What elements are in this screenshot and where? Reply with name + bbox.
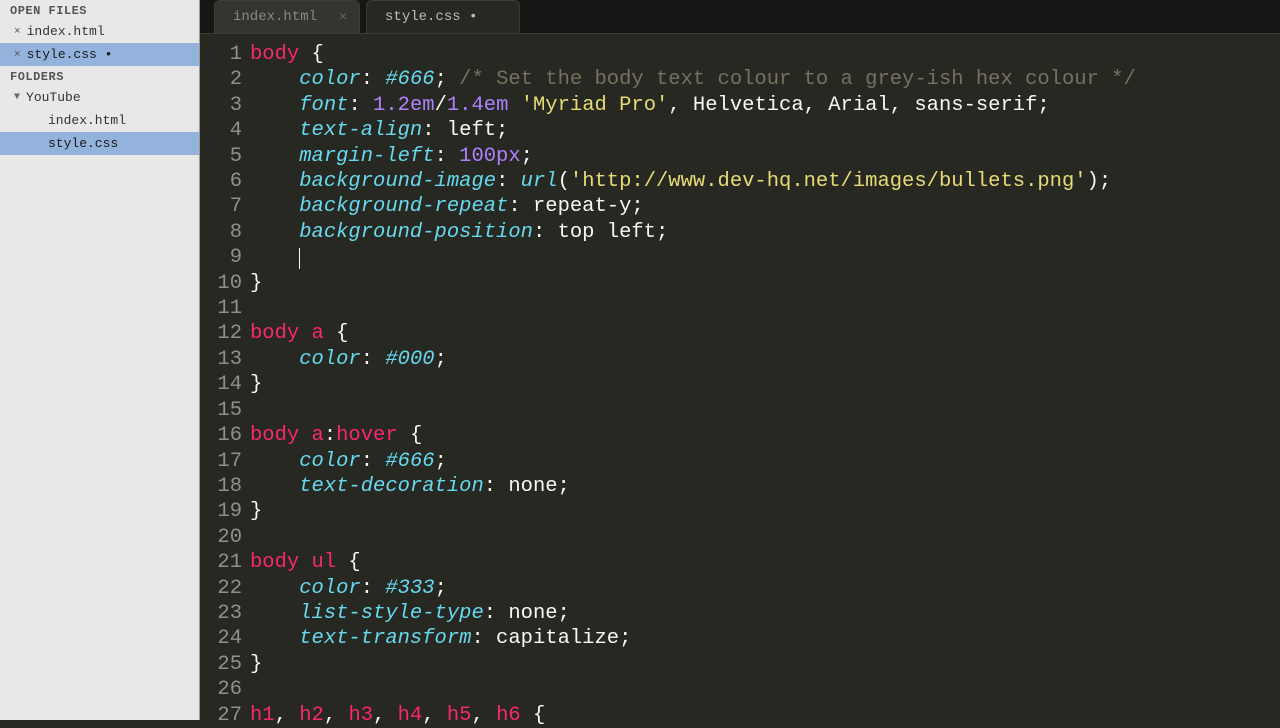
code-line[interactable]: } <box>250 271 1280 296</box>
line-number: 18 <box>200 474 242 499</box>
line-number: 16 <box>200 423 242 448</box>
code-line[interactable]: background-repeat: repeat-y; <box>250 194 1280 219</box>
code-line[interactable]: text-transform: capitalize; <box>250 626 1280 651</box>
line-number: 9 <box>200 245 242 270</box>
code-line[interactable]: h1, h2, h3, h4, h5, h6 { <box>250 703 1280 728</box>
code-line[interactable]: background-position: top left; <box>250 220 1280 245</box>
code-line[interactable]: body { <box>250 42 1280 67</box>
code-line[interactable]: } <box>250 652 1280 677</box>
line-number: 27 <box>200 703 242 728</box>
code-line[interactable]: } <box>250 499 1280 524</box>
line-number: 8 <box>200 220 242 245</box>
line-number: 12 <box>200 321 242 346</box>
tab-label: style.css • <box>385 9 477 25</box>
code-line[interactable]: body ul { <box>250 550 1280 575</box>
line-number: 21 <box>200 550 242 575</box>
sidebar: OPEN FILES × index.html × style.css • FOLDE… <box>0 0 200 720</box>
code-line[interactable] <box>250 398 1280 423</box>
open-files-header: OPEN FILES <box>0 0 199 20</box>
line-number: 7 <box>200 194 242 219</box>
open-file-item[interactable]: × style.css • <box>0 43 199 66</box>
sidebar-file-item[interactable]: index.html <box>0 109 199 132</box>
close-icon[interactable]: × <box>14 26 21 38</box>
code-line[interactable]: text-align: left; <box>250 118 1280 143</box>
line-number: 23 <box>200 601 242 626</box>
code-line[interactable]: color: #666; <box>250 449 1280 474</box>
code-line[interactable]: background-image: url('http://www.dev-hq… <box>250 169 1280 194</box>
line-number: 20 <box>200 525 242 550</box>
sidebar-folder-root[interactable]: ▼ YouTube <box>0 86 199 109</box>
code-line[interactable] <box>250 525 1280 550</box>
code-line[interactable]: color: #333; <box>250 576 1280 601</box>
code-line[interactable]: font: 1.2em/1.4em 'Myriad Pro', Helvetic… <box>250 93 1280 118</box>
code-line[interactable]: color: #666; /* Set the body text colour… <box>250 67 1280 92</box>
open-file-item[interactable]: × index.html <box>0 20 199 43</box>
line-number: 5 <box>200 144 242 169</box>
tab-index-html[interactable]: index.html × <box>214 0 360 33</box>
code-line[interactable]: margin-left: 100px; <box>250 144 1280 169</box>
tab-label: index.html <box>233 9 317 25</box>
chevron-down-icon: ▼ <box>14 92 20 103</box>
line-number: 11 <box>200 296 242 321</box>
sidebar-file-item[interactable]: style.css <box>0 132 199 155</box>
line-number: 15 <box>200 398 242 423</box>
code-editor[interactable]: 1234567891011121314151617181920212223242… <box>200 34 1280 728</box>
code-line[interactable] <box>250 245 1280 270</box>
text-cursor <box>299 248 300 269</box>
code-line[interactable]: text-decoration: none; <box>250 474 1280 499</box>
line-number: 19 <box>200 499 242 524</box>
code-line[interactable]: list-style-type: none; <box>250 601 1280 626</box>
line-number: 2 <box>200 67 242 92</box>
code-line[interactable]: color: #000; <box>250 347 1280 372</box>
code-line[interactable] <box>250 296 1280 321</box>
line-number: 1 <box>200 42 242 67</box>
line-number: 6 <box>200 169 242 194</box>
tabbar: index.html × style.css • <box>200 0 1280 34</box>
line-number: 13 <box>200 347 242 372</box>
line-number: 17 <box>200 449 242 474</box>
line-number: 24 <box>200 626 242 651</box>
open-file-label: index.html <box>27 24 105 39</box>
line-number: 3 <box>200 93 242 118</box>
folder-label: YouTube <box>26 90 81 105</box>
line-number: 25 <box>200 652 242 677</box>
code-area[interactable]: body { color: #666; /* Set the body text… <box>250 42 1280 728</box>
line-number: 22 <box>200 576 242 601</box>
tab-style-css[interactable]: style.css • <box>366 0 520 33</box>
code-line[interactable]: body a { <box>250 321 1280 346</box>
gutter: 1234567891011121314151617181920212223242… <box>200 42 250 728</box>
editor-main: index.html×style.css • 12345678910111213… <box>200 0 1280 720</box>
code-line[interactable] <box>250 677 1280 702</box>
close-icon[interactable]: × <box>339 10 347 25</box>
line-number: 14 <box>200 372 242 397</box>
code-line[interactable]: body a:hover { <box>250 423 1280 448</box>
line-number: 10 <box>200 271 242 296</box>
code-line[interactable]: } <box>250 372 1280 397</box>
open-file-label: style.css • <box>27 47 113 62</box>
line-number: 4 <box>200 118 242 143</box>
line-number: 26 <box>200 677 242 702</box>
close-icon[interactable]: × <box>14 49 21 61</box>
folders-header: FOLDERS <box>0 66 199 86</box>
